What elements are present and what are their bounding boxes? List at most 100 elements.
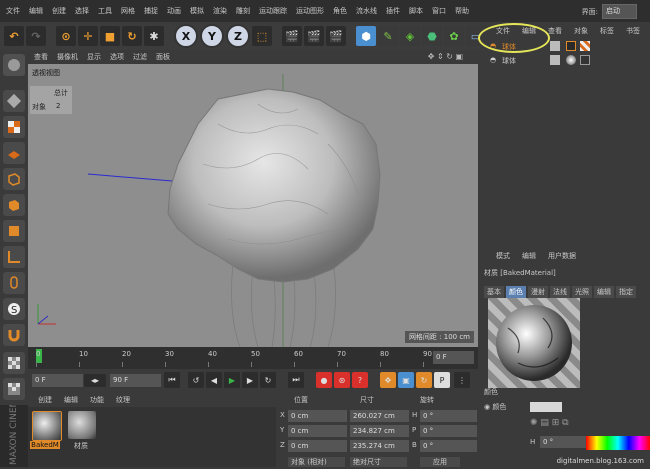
magnet-icon[interactable] <box>3 324 25 346</box>
deformer-icon[interactable]: ✿ <box>444 26 464 46</box>
viewport-menu-item[interactable]: 查看 <box>34 52 48 62</box>
autokey-icon[interactable]: ⊛ <box>334 372 350 388</box>
hue-field[interactable]: 0 ° <box>540 436 591 448</box>
coordinate-mode-dropdown[interactable]: 对象 (相对) <box>288 457 345 467</box>
points-mode-icon[interactable] <box>3 168 25 190</box>
menu-item[interactable]: 创建 <box>52 6 66 16</box>
radio-icon[interactable]: ◉ <box>484 403 490 411</box>
menu-item[interactable]: 运动图形 <box>296 6 324 16</box>
position-z-field[interactable]: 0 cm <box>288 440 347 452</box>
y-axis-lock-button[interactable]: Y <box>200 24 224 48</box>
menu-item[interactable]: 雕刻 <box>236 6 250 16</box>
menu-item[interactable]: 选择 <box>75 6 89 16</box>
texture-mode-icon[interactable] <box>3 116 25 138</box>
viewport-menu-item[interactable]: 选项 <box>110 52 124 62</box>
material-thumbnail[interactable] <box>68 411 96 439</box>
rotation-p-field[interactable]: 0 ° <box>420 425 477 437</box>
render-view-button[interactable]: 🎬 <box>282 26 302 46</box>
size-y-field[interactable]: 234.827 cm <box>350 425 409 437</box>
attributes-tab[interactable]: 模式 <box>496 251 510 261</box>
start-frame-field[interactable]: 0 F <box>32 374 83 387</box>
menu-item[interactable]: 渲染 <box>213 6 227 16</box>
menu-item[interactable]: 流水线 <box>356 6 377 16</box>
subdivision-icon[interactable]: ◈ <box>400 26 420 46</box>
record-active-objects-icon[interactable]: ● <box>316 372 332 388</box>
recent-tool-button[interactable]: ✱ <box>144 26 164 46</box>
uvw-tag-icon[interactable] <box>580 41 590 51</box>
menu-item[interactable]: 角色 <box>333 6 347 16</box>
timeline-ruler[interactable]: 0 F 0 10 20 30 40 50 60 70 80 90 <box>28 347 478 369</box>
perspective-viewport[interactable]: 透视视图 总计 对象 2 网格间距 : 100 cm <box>28 64 478 347</box>
workplane-mode-icon[interactable] <box>3 142 25 164</box>
frame-range-slider[interactable]: ◂▸ <box>84 374 106 387</box>
position-key-icon[interactable]: ✥ <box>380 372 396 388</box>
tweak-mode-icon[interactable] <box>3 272 25 294</box>
enable-axis-icon[interactable] <box>3 246 25 268</box>
viewport-menu-item[interactable]: 面板 <box>156 52 170 62</box>
scale-key-icon[interactable]: ▣ <box>398 372 414 388</box>
rotation-key-icon[interactable]: ↻ <box>416 372 432 388</box>
material-label[interactable]: 材质 <box>66 441 96 451</box>
menu-item[interactable]: 文件 <box>6 6 20 16</box>
hue-spectrum[interactable] <box>586 436 650 450</box>
menu-item[interactable]: 工具 <box>98 6 112 16</box>
menu-item[interactable]: 运动跟踪 <box>259 6 287 16</box>
size-z-field[interactable]: 235.274 cm <box>350 440 409 452</box>
parameter-key-icon[interactable]: P <box>434 372 450 388</box>
coordinate-system-button[interactable]: ⬚ <box>252 26 272 46</box>
current-frame-field[interactable]: 0 F <box>433 351 474 364</box>
pen-spline-icon[interactable]: ✎ <box>378 26 398 46</box>
color-picker-icons[interactable]: ✺ ▤ ⊞ ⧉ <box>530 418 569 428</box>
menu-item[interactable]: 脚本 <box>409 6 423 16</box>
scale-tool-button[interactable]: ■ <box>100 26 120 46</box>
rotate-tool-button[interactable]: ↻ <box>122 26 142 46</box>
object-manager-tab[interactable]: 查看 <box>548 26 562 36</box>
edges-mode-icon[interactable] <box>3 194 25 216</box>
go-to-end-icon[interactable]: ⏭ <box>288 372 304 388</box>
x-axis-lock-button[interactable]: X <box>174 24 198 48</box>
render-settings-button[interactable]: 🎬 <box>326 26 346 46</box>
material-sub-tab[interactable]: 颜色 <box>506 286 526 298</box>
render-picture-viewer-button[interactable]: 🎬 <box>304 26 324 46</box>
material-label[interactable]: BakedM <box>30 441 60 449</box>
mode-make-editable-icon[interactable] <box>3 54 25 76</box>
attributes-tab[interactable]: 用户数据 <box>548 251 576 261</box>
keyframe-selection-icon[interactable]: ? <box>352 372 368 388</box>
object-manager-tab[interactable]: 对象 <box>574 26 588 36</box>
snap-icon[interactable]: S <box>3 298 25 320</box>
model-mode-icon[interactable] <box>3 90 25 112</box>
texture-tag-icon[interactable] <box>580 55 590 65</box>
redo-button[interactable]: ↷ <box>26 26 46 46</box>
apply-button[interactable]: 应用 <box>420 457 460 467</box>
move-tool-button[interactable]: ✛ <box>78 26 98 46</box>
menu-item[interactable]: 模拟 <box>190 6 204 16</box>
material-thumbnail[interactable] <box>32 411 62 441</box>
material-sub-tab[interactable]: 编辑 <box>594 286 614 298</box>
color-swatch[interactable] <box>530 402 562 412</box>
go-to-start-icon[interactable]: ⏮ <box>164 372 180 388</box>
lock-workplane-icon[interactable] <box>3 378 25 400</box>
menu-item[interactable]: 窗口 <box>432 6 446 16</box>
size-mode-dropdown[interactable]: 绝对尺寸 <box>350 457 407 467</box>
menu-item[interactable]: 帮助 <box>455 6 469 16</box>
live-select-button[interactable]: ⊙ <box>56 26 76 46</box>
timeline-more-icon[interactable]: ⋮ <box>454 372 470 388</box>
play-icon[interactable]: ▶ <box>224 372 240 388</box>
viewport-menu-item[interactable]: 过滤 <box>133 52 147 62</box>
material-sub-tab[interactable]: 光照 <box>572 286 592 298</box>
material-menu-item[interactable]: 纹理 <box>116 395 130 405</box>
z-axis-lock-button[interactable]: Z <box>226 24 250 48</box>
menu-item[interactable]: 网格 <box>121 6 135 16</box>
solo-mode-icon[interactable] <box>3 352 25 374</box>
attributes-tab[interactable]: 编辑 <box>522 251 536 261</box>
viewport-menu-item[interactable]: 显示 <box>87 52 101 62</box>
menu-item[interactable]: 动画 <box>167 6 181 16</box>
polygons-mode-icon[interactable] <box>3 220 25 242</box>
rotation-b-field[interactable]: 0 ° <box>420 440 477 452</box>
undo-button[interactable]: ↶ <box>4 26 24 46</box>
material-sub-tab[interactable]: 基本 <box>484 286 504 298</box>
material-menu-item[interactable]: 编辑 <box>64 395 78 405</box>
cube-icon[interactable]: ⬢ <box>356 26 376 46</box>
object-manager-tab[interactable]: 书签 <box>626 26 640 36</box>
visibility-dots-icon[interactable] <box>550 55 560 65</box>
